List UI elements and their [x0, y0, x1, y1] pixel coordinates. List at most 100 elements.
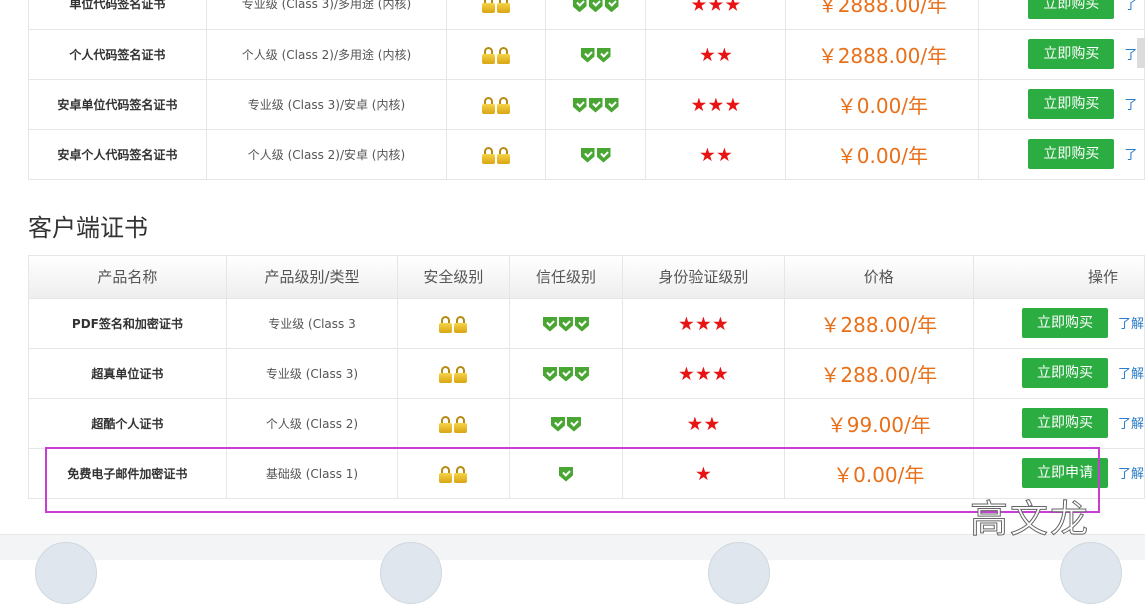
verify-level — [645, 79, 787, 130]
learn-more-link[interactable]: 了解 — [1118, 313, 1144, 332]
padlock-icon — [481, 0, 495, 14]
table-row: PDF签名和加密证书 专业级 (Class 3 ￥288.00/年 立即购买 了解 — [29, 298, 1145, 349]
shield-check-icon — [550, 416, 565, 432]
star-icon — [679, 366, 694, 381]
star-icon — [700, 47, 715, 62]
buy-button[interactable]: 立即购买 — [1021, 408, 1108, 438]
column-header: 信任级别 — [509, 256, 624, 299]
price: ￥288.00/年 — [784, 348, 974, 399]
verify-level — [645, 29, 787, 80]
star-icon — [704, 416, 720, 431]
shield-check-icon — [566, 416, 581, 432]
table-row: 单位代码签名证书 专业级 (Class 3)/多用途 (内核) ￥2888.00/年… — [29, 0, 1145, 30]
padlock-icon — [439, 415, 453, 433]
padlock-icon — [481, 146, 495, 164]
padlock-icon — [496, 46, 510, 64]
shield-check-icon — [558, 466, 573, 482]
shield-check-icon — [580, 47, 595, 63]
action-cell: 立即购买 了解 — [973, 398, 1145, 449]
learn-more-link[interactable]: 了解 — [1118, 413, 1144, 432]
product-name: 免费电子邮件加密证书 — [29, 448, 227, 499]
code-signing-table: 单位代码签名证书 专业级 (Class 3)/多用途 (内核) ￥2888.00/年… — [28, 0, 1145, 180]
action-cell: 立即购买了 — [978, 79, 1145, 130]
product-type: 专业级 (Class 3)/安卓 (内核) — [206, 79, 448, 130]
column-header: 价格 — [784, 256, 974, 299]
padlock-icon — [439, 465, 453, 483]
buy-button[interactable]: 立即购买 — [1028, 39, 1115, 69]
security-level — [397, 348, 510, 399]
buy-button[interactable]: 立即购买 — [1028, 139, 1115, 169]
trust-level — [545, 0, 647, 30]
security-level — [446, 129, 546, 180]
product-name: 单位代码签名证书 — [29, 0, 207, 30]
verify-level — [645, 0, 787, 30]
learn-more-link[interactable]: 了 — [1124, 44, 1137, 63]
buy-button[interactable]: 立即申请 — [1021, 458, 1108, 488]
security-level — [446, 79, 546, 130]
action-cell: 立即购买了 — [978, 0, 1145, 30]
padlock-icon — [481, 96, 495, 114]
padlock-icon — [454, 315, 468, 333]
trust-level — [509, 448, 624, 499]
shield-check-icon — [558, 366, 573, 382]
padlock-icon — [496, 96, 510, 114]
client-certificates-title: 客户端证书 — [28, 214, 148, 242]
product-name: 超酷个人证书 — [29, 398, 227, 449]
table-row: 超真单位证书 专业级 (Class 3) ￥288.00/年 立即购买 了解 — [29, 348, 1145, 399]
trust-level — [509, 348, 624, 399]
shield-check-icon — [604, 97, 619, 113]
product-type: 个人级 (Class 2)/多用途 (内核) — [206, 29, 448, 80]
shield-check-icon — [572, 97, 587, 113]
price: ￥2888.00/年 — [785, 0, 980, 30]
shield-check-icon — [588, 0, 603, 13]
security-level — [446, 0, 546, 30]
star-icon — [691, 0, 707, 11]
trust-level — [545, 79, 647, 130]
buy-button[interactable]: 立即购买 — [1021, 358, 1108, 388]
star-icon — [717, 147, 732, 162]
shield-check-icon — [542, 366, 557, 382]
product-name: 个人代码签名证书 — [29, 29, 207, 80]
product-type: 专业级 (Class 3)/多用途 (内核) — [206, 0, 448, 30]
learn-more-link[interactable]: 了解 — [1118, 463, 1144, 482]
action-cell: 立即购买了 — [978, 129, 1145, 180]
padlock-icon — [481, 46, 495, 64]
product-type: 专业级 (Class 3) — [226, 348, 399, 399]
column-header: 安全级别 — [397, 256, 510, 299]
footer-circle-icon — [1060, 542, 1122, 604]
security-level — [397, 398, 510, 449]
learn-more-link[interactable]: 了 — [1124, 0, 1137, 13]
buy-button[interactable]: 立即购买 — [1028, 0, 1115, 19]
trust-level — [545, 29, 647, 80]
shield-check-icon — [580, 147, 595, 163]
scrollbar-thumb[interactable] — [1137, 38, 1145, 68]
client-certificates-table: 产品名称 产品级别/类型 安全级别 信任级别 身份验证级别 价格 操作 PDF签名和加密证书… — [28, 255, 1145, 499]
table-row: 个人代码签名证书 个人级 (Class 2)/多用途 (内核) ￥2888.00/年… — [29, 29, 1145, 80]
learn-more-link[interactable]: 了 — [1124, 144, 1137, 163]
price: ￥0.00/年 — [784, 448, 974, 499]
padlock-icon — [496, 0, 510, 14]
product-name: 安卓个人代码签名证书 — [29, 129, 207, 180]
trust-level — [545, 129, 647, 180]
buy-button[interactable]: 立即购买 — [1021, 308, 1108, 338]
learn-more-link[interactable]: 了 — [1124, 94, 1137, 113]
action-cell: 立即购买 了解 — [973, 348, 1145, 399]
verify-level — [622, 398, 785, 449]
footer-circle-icon — [380, 542, 442, 604]
table-row: 安卓个人代码签名证书 个人级 (Class 2)/安卓 (内核) ￥0.00/年 立即… — [29, 129, 1145, 180]
price: ￥0.00/年 — [785, 129, 980, 180]
verify-level — [645, 129, 787, 180]
watermark-text: 高文龙 — [969, 497, 1091, 542]
table-header-row: 产品名称 产品级别/类型 安全级别 信任级别 身份验证级别 价格 操作 — [29, 256, 1145, 299]
padlock-icon — [439, 315, 453, 333]
trust-level — [509, 298, 624, 349]
table-row: 超酷个人证书 个人级 (Class 2) ￥99.00/年 立即购买 了解 — [29, 398, 1145, 449]
verify-level — [622, 448, 785, 499]
star-icon — [717, 47, 732, 62]
star-icon — [679, 316, 694, 331]
buy-button[interactable]: 立即购买 — [1028, 89, 1115, 119]
star-icon — [725, 97, 741, 112]
star-icon — [691, 97, 707, 112]
column-header: 操作 — [973, 256, 1145, 299]
learn-more-link[interactable]: 了解 — [1118, 363, 1144, 382]
